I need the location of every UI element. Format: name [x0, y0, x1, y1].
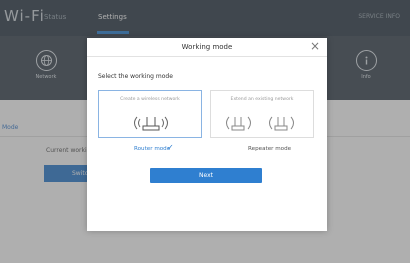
- dialog-title: Working mode: [181, 43, 233, 51]
- router-mode-label[interactable]: Router mode: [134, 146, 170, 152]
- repeater-mode-label[interactable]: Repeater mode: [248, 146, 291, 152]
- router-mode-card[interactable]: Create a wireless network: [98, 90, 202, 138]
- selected-check-icon: ✓: [167, 143, 174, 152]
- page-root: Wi-Fi Status Settings SERVICE INFO Netwo…: [0, 0, 410, 263]
- repeater-mode-card[interactable]: Extend an existing network: [210, 90, 314, 138]
- router-illustration-icon: [134, 116, 168, 131]
- dialog-prompt: Select the working mode: [98, 73, 173, 80]
- repeater-mode-description: Extend an existing network: [230, 97, 294, 102]
- router-mode-description: Create a wireless network: [120, 97, 180, 102]
- working-mode-dialog: Working mode × Select the working mode C…: [87, 38, 327, 231]
- repeater-illustration-icon: [226, 116, 294, 131]
- dialog-header: Working mode ×: [87, 38, 327, 57]
- next-button[interactable]: Next: [150, 168, 262, 183]
- close-icon[interactable]: ×: [310, 39, 320, 53]
